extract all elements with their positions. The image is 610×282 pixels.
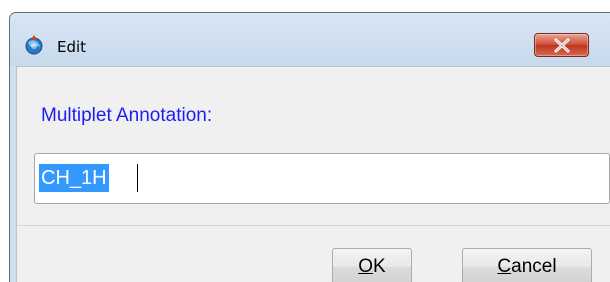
multiplet-annotation-input[interactable]: CH_1H [34, 153, 610, 204]
text-caret [137, 164, 138, 192]
ok-label-rest: K [373, 256, 386, 277]
button-separator [17, 225, 610, 226]
title-bar[interactable]: Edit [10, 13, 610, 66]
ok-button[interactable]: OK [332, 248, 412, 282]
close-x-icon [554, 38, 570, 53]
input-selected-text[interactable]: CH_1H [39, 164, 109, 192]
close-button[interactable] [534, 33, 589, 57]
edit-dialog: Edit Multiplet Annotation: CH_1H OK Canc… [9, 12, 610, 282]
dialog-content: Multiplet Annotation: CH_1H OK Cancel [16, 66, 610, 282]
cancel-label-rest: ancel [511, 256, 557, 277]
window-title: Edit [57, 38, 87, 56]
app-globe-icon [24, 34, 44, 56]
ok-mnemonic: O [358, 256, 374, 277]
cancel-mnemonic: C [497, 256, 512, 277]
cancel-button[interactable]: Cancel [462, 248, 592, 282]
multiplet-annotation-label: Multiplet Annotation: [41, 105, 213, 126]
